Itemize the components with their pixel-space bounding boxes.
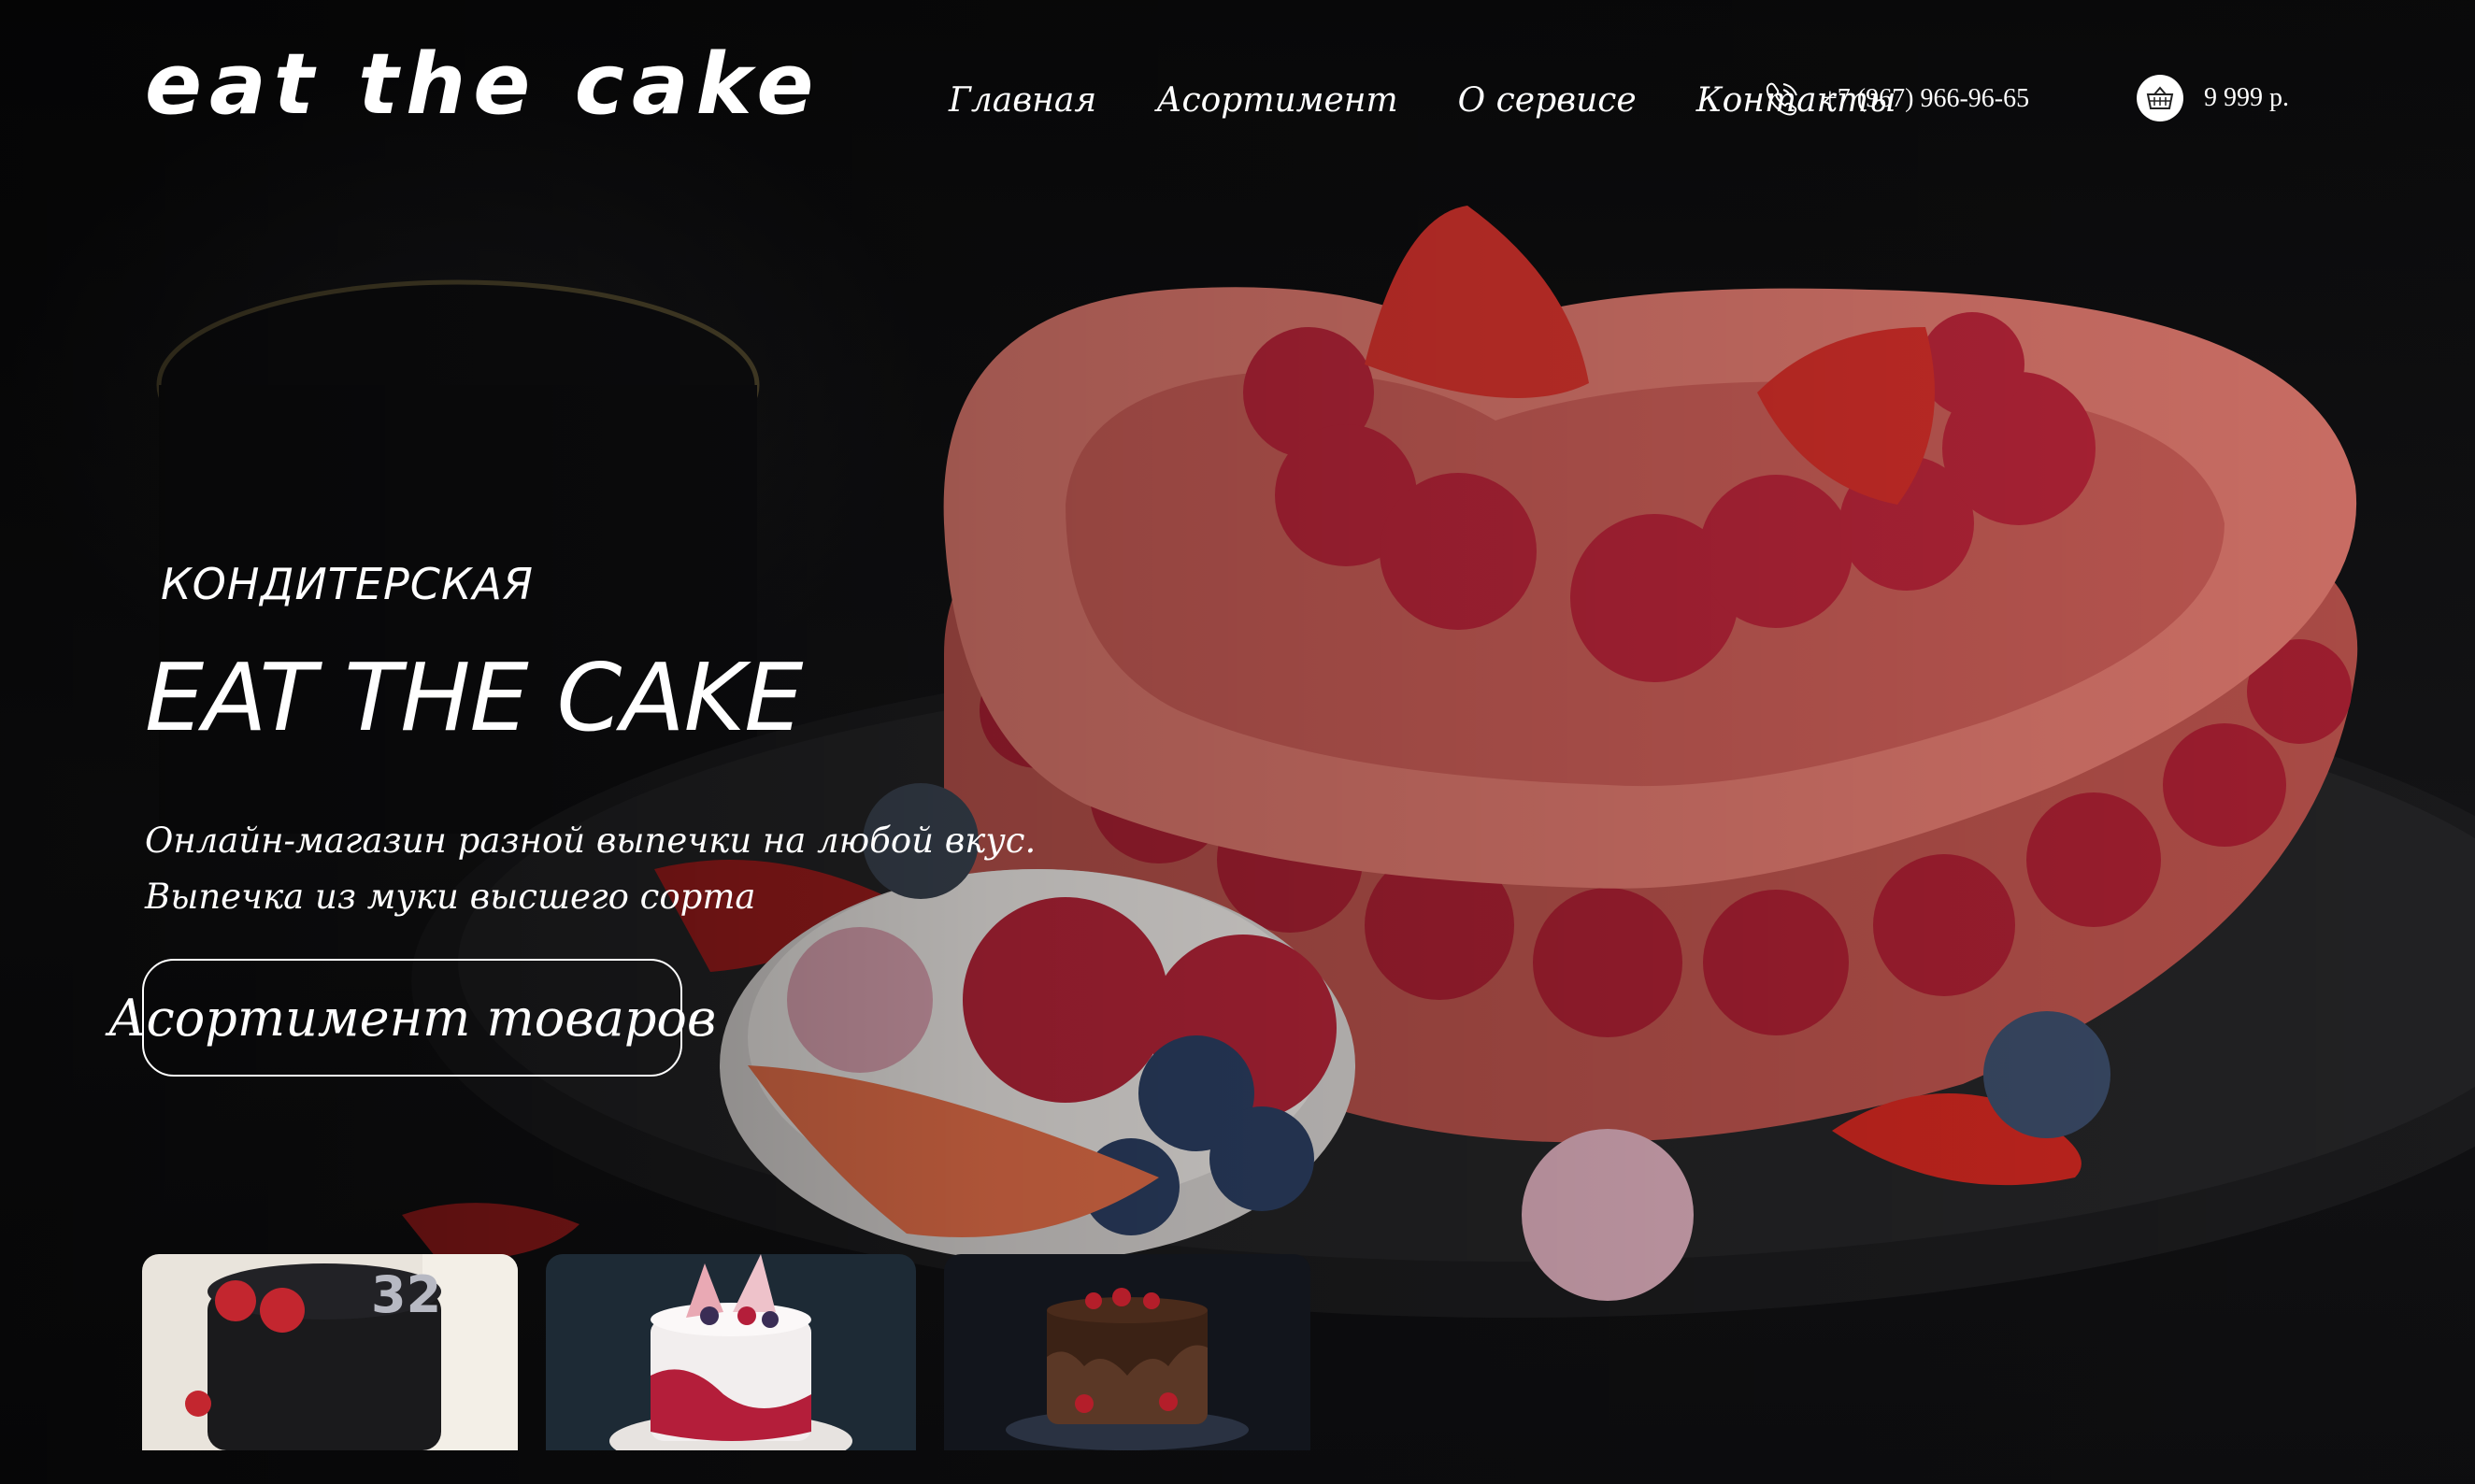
logo[interactable]: eat the cake: [145, 36, 821, 134]
thumbnail-chocolate-cake[interactable]: [944, 1254, 1310, 1450]
nav-home[interactable]: Главная: [949, 81, 1096, 120]
thumbnail-black-cake[interactable]: 32: [142, 1254, 518, 1450]
cart-button[interactable]: 9 999 р.: [2137, 75, 2289, 121]
assortment-button[interactable]: Асортимент товаров: [108, 959, 716, 1077]
hero-kicker: КОНДИТЕРСКАЯ: [161, 559, 534, 609]
cart-total: 9 999 р.: [2204, 83, 2289, 112]
phone-icon: [1766, 82, 1797, 116]
hero-title: EAT THE CAKE: [145, 643, 803, 752]
nav-assortment[interactable]: Асортимент: [1156, 81, 1397, 120]
hero-description-line-2: Выпечка из муки высшего сорта: [145, 877, 756, 917]
hero-description-line-1: Онлайн-магазин разной выпечки на любой в…: [145, 820, 1037, 861]
phone-contact[interactable]: +7 (967) 966-96-65: [1761, 78, 2029, 120]
phone-number: +7 (967) 966-96-65: [1823, 84, 2030, 113]
nav-about[interactable]: О сервисе: [1458, 81, 1637, 120]
basket-icon: [2137, 75, 2183, 121]
thumbnail-white-berry-cake[interactable]: [546, 1254, 916, 1450]
hero-description: Онлайн-магазин разной выпечки на любой в…: [145, 813, 1036, 925]
svg-text:32: 32: [371, 1265, 441, 1324]
